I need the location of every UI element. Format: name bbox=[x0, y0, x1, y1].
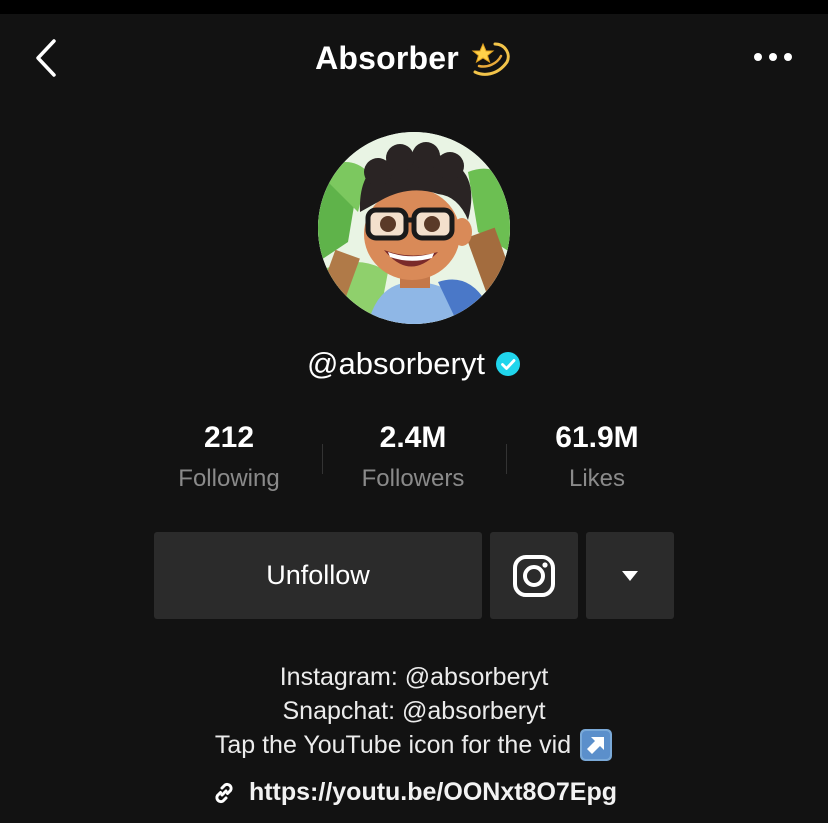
stat-value: 212 bbox=[203, 421, 255, 454]
stat-label: Following bbox=[178, 465, 280, 492]
unfollow-button[interactable]: Unfollow bbox=[154, 532, 482, 619]
profile-stats: 212 Following 2.4M Followers 61.9M Likes bbox=[137, 420, 691, 500]
more-dot bbox=[784, 53, 792, 61]
bio-line-youtube: Tap the YouTube icon for the vid bbox=[215, 728, 613, 762]
stat-label: Likes bbox=[568, 465, 626, 492]
stat-likes[interactable]: 61.9M Likes bbox=[505, 420, 689, 500]
more-dots-icon bbox=[754, 53, 762, 61]
avatar[interactable] bbox=[318, 132, 510, 324]
profile-header: Absorber bbox=[0, 14, 828, 102]
bio-line-text: Tap the YouTube icon for the vid bbox=[214, 731, 572, 759]
stat-label: Followers bbox=[361, 465, 465, 492]
bio-line-snapchat: Snapchat: @absorberyt bbox=[282, 697, 546, 725]
stat-followers[interactable]: 2.4M Followers bbox=[321, 420, 505, 500]
instagram-button[interactable] bbox=[490, 532, 578, 619]
more-dot bbox=[769, 53, 777, 61]
caret-down-icon bbox=[622, 570, 638, 581]
dizzy-star-icon bbox=[471, 42, 510, 76]
suggestions-dropdown-button[interactable] bbox=[586, 532, 674, 619]
stat-value: 61.9M bbox=[555, 421, 639, 454]
status-bar-strip bbox=[0, 0, 828, 14]
instagram-icon bbox=[513, 554, 555, 597]
more-options-button[interactable] bbox=[748, 42, 798, 72]
profile-link[interactable]: https://youtu.be/OONxt8O7Epg bbox=[0, 778, 828, 807]
stat-divider bbox=[322, 444, 323, 474]
page-title: Absorber bbox=[315, 39, 459, 76]
username-row: @absorberyt bbox=[0, 346, 828, 382]
avatar-illustration bbox=[318, 132, 510, 324]
link-icon bbox=[215, 782, 233, 803]
stat-value: 2.4M bbox=[379, 421, 447, 454]
username: @absorberyt bbox=[307, 346, 485, 381]
bio-line-instagram: Instagram: @absorberyt bbox=[279, 663, 549, 691]
profile-bio: Instagram: @absorberyt Snapchat: @absorb… bbox=[0, 660, 828, 762]
stat-divider bbox=[506, 444, 507, 474]
stat-following[interactable]: 212 Following bbox=[137, 420, 321, 500]
link-url: https://youtu.be/OONxt8O7Epg bbox=[248, 778, 618, 806]
arrow-up-right-icon bbox=[580, 729, 613, 761]
title-group: Absorber bbox=[0, 36, 828, 80]
verified-badge-icon bbox=[495, 352, 520, 376]
